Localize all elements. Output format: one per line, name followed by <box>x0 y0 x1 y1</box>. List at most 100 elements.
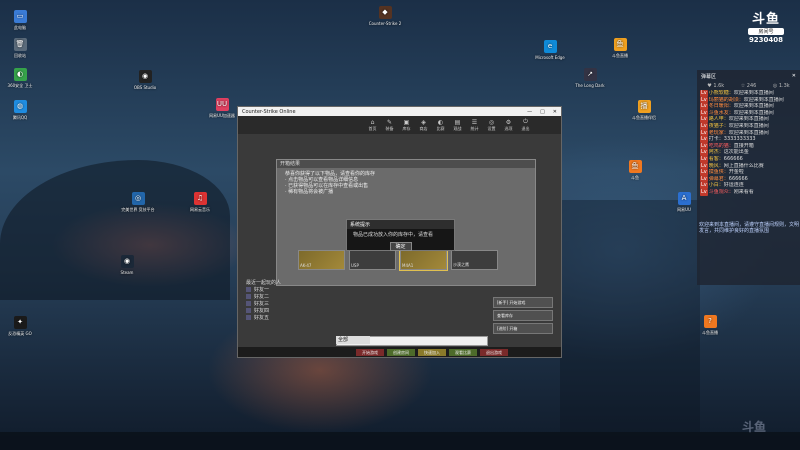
avatar <box>246 315 251 320</box>
dialog-ok-button[interactable]: 确定 <box>389 242 412 251</box>
desktop-shortcut[interactable]: ✦ 反恐精英 GO <box>0 316 40 336</box>
tab-icon: ⚙ <box>505 118 512 126</box>
chat-stat: ♥ 1.6k <box>707 83 725 89</box>
desktop-shortcut[interactable]: 播斗鱼直播伴侣 <box>624 100 664 120</box>
tab-icon: ◈ <box>421 118 426 126</box>
chat-message: Lv 摸鱼侠：开金啦 <box>697 169 800 176</box>
bottom-button-快速加入[interactable]: 快速加入 <box>418 348 446 356</box>
chat-username[interactable]: 阿杰： <box>709 149 724 155</box>
case-item[interactable]: 沙漠之鹰 <box>451 250 498 270</box>
chat-username[interactable]: 晚风： <box>709 163 724 169</box>
chat-text: 开金啦 <box>728 169 744 176</box>
chat-text: 欢迎来到本直播间 <box>733 109 774 116</box>
friend-item[interactable]: 好友四 <box>246 307 326 314</box>
chat-username[interactable]: 斗鱼水友： <box>709 110 734 116</box>
chat-message: Lv 路人甲：欢迎来到本直播间 <box>697 116 800 123</box>
chat-username[interactable]: 冬日暖阳： <box>709 103 734 109</box>
desktop-shortcut[interactable]: 鱼斗鱼 <box>615 160 655 180</box>
chat-title: 弹幕区 <box>701 73 717 80</box>
chat-username[interactable]: 小熊软糖： <box>709 90 734 96</box>
dialog-body: 物品已成功放入你的库存中，请查看 <box>353 232 434 238</box>
chat-username[interactable]: 打卡： <box>709 136 724 142</box>
desktop-shortcut[interactable]: ◉ OBS Studio <box>125 70 165 90</box>
friend-item[interactable]: 好友一 <box>246 286 326 293</box>
desktop-shortcut[interactable]: ◆ Counter-Strike 2 <box>365 6 405 26</box>
chat-username[interactable]: 玛丽猫的胡须： <box>709 97 744 103</box>
tab-选项[interactable]: ⚙ 选项 <box>500 119 517 132</box>
tab-icon: ◐ <box>437 118 444 126</box>
window-titlebar[interactable]: Counter-Strike Online — □ ✕ <box>238 107 561 116</box>
shortcut-label: Counter-Strike 2 <box>368 21 402 26</box>
case-item[interactable]: M4A1 <box>399 249 448 271</box>
chat-message: Lv 吃鸡的猫：直接开箱 <box>697 142 800 150</box>
chat-username[interactable]: 斗鱼观众： <box>709 189 734 195</box>
desktop-shortcut[interactable]: ▭ 此电脑 <box>0 10 40 30</box>
close-icon[interactable]: ✕ <box>792 73 796 79</box>
maximize-icon[interactable]: □ <box>540 109 545 115</box>
app-icon: ▭ <box>13 10 27 23</box>
chat-username[interactable]: 小白： <box>709 182 724 188</box>
side-action-button[interactable]: 查看库存 <box>493 310 553 321</box>
tab-商店[interactable]: ◈ 商店 <box>415 119 432 132</box>
room-number: 9230408 <box>748 36 784 44</box>
friend-item[interactable]: 好友五 <box>246 314 326 321</box>
chat-message: Lv 斗鱼观众：刚来看看 <box>697 188 800 196</box>
desktop-shortcut[interactable]: ? 斗鱼直播 <box>690 315 730 335</box>
desktop-shortcut[interactable]: e Microsoft Edge <box>530 40 570 60</box>
taskbar[interactable] <box>0 432 800 450</box>
case-item[interactable]: AK-47 <box>298 250 345 270</box>
tab-label: 退出 <box>521 126 530 131</box>
desktop-shortcut[interactable]: 🗑 回收站 <box>0 38 40 58</box>
side-action-button[interactable]: [新手] 开始游戏 <box>493 297 553 308</box>
friend-item[interactable]: 好友二 <box>246 293 326 300</box>
chat-username[interactable]: 路人甲： <box>709 116 729 122</box>
chat-username[interactable]: 摸鱼侠： <box>709 169 729 175</box>
system-dialog: 系统提示 物品已成功放入你的库存中，请查看 确定 <box>346 219 455 251</box>
user-level-badge: Lv <box>700 155 708 163</box>
app-icon: ◉ <box>138 70 152 83</box>
chat-username[interactable]: 老玩家： <box>709 130 729 136</box>
chat-username[interactable]: 看客： <box>709 156 724 162</box>
tab-装备[interactable]: ✎ 装备 <box>381 119 398 132</box>
chat-username[interactable]: 夜猫子： <box>709 123 729 129</box>
chat-text: 欢迎来到本直播间 <box>728 129 769 136</box>
tab-icon: ⌂ <box>370 118 375 126</box>
desktop-shortcut[interactable]: ↗ The Long Dark <box>570 68 610 88</box>
friend-item[interactable]: 好友三 <box>246 300 326 307</box>
tab-首页[interactable]: ⌂ 首页 <box>364 119 381 132</box>
tab-统计[interactable]: ☰ 统计 <box>466 119 483 132</box>
tab-退出[interactable]: ⏻ 退出 <box>517 118 534 132</box>
user-level-badge: Lv <box>700 182 708 189</box>
desktop-shortcut[interactable]: ◐ 360安全 卫士 <box>0 68 40 88</box>
tab-库存[interactable]: ▣ 库存 <box>398 119 415 132</box>
chat-message: Lv 弹幕君：666666 <box>697 175 800 183</box>
chat-text: 欢迎来到本直播间 <box>728 122 769 129</box>
desktop-shortcut[interactable]: ◎ 完美世界 竞技平台 <box>118 192 158 212</box>
friend-name: 好友四 <box>254 308 270 314</box>
desktop-shortcut[interactable]: UU 网易UU加速器 <box>202 98 242 118</box>
close-icon[interactable]: ✕ <box>553 109 557 115</box>
chat-channel-select[interactable]: 全部 <box>336 336 370 344</box>
panel-text: 恭喜你获得了以下物品，请查看你的库存 · 点击物品可以查看物品详细信息 · 已获得物… <box>277 168 535 198</box>
case-item[interactable]: USP <box>349 250 396 270</box>
desktop-shortcut[interactable]: 鱼斗鱼直播 <box>600 38 640 58</box>
tab-比赛[interactable]: ◐ 比赛 <box>432 119 449 132</box>
minimize-icon[interactable]: — <box>527 109 532 115</box>
app-icon: ↗ <box>583 68 597 81</box>
shortcut-label: The Long Dark <box>575 83 605 88</box>
bottom-button-退出游戏[interactable]: 退出游戏 <box>480 348 508 356</box>
shortcut-label: 网易云音乐 <box>190 207 210 212</box>
bottom-button-观看比赛[interactable]: 观看比赛 <box>449 348 477 356</box>
bottom-button-开始游戏[interactable]: 开始游戏 <box>356 348 384 356</box>
shortcut-label: 此电脑 <box>14 25 26 30</box>
desktop-shortcut[interactable]: ◉ Steam <box>107 255 147 275</box>
chat-username[interactable]: 弹幕君： <box>709 176 729 182</box>
chat-username[interactable]: 吃鸡的猫： <box>709 143 734 149</box>
desktop-shortcut[interactable]: ♫ 网易云音乐 <box>180 192 220 212</box>
tab-设置[interactable]: ◎ 设置 <box>483 119 500 132</box>
tab-观战[interactable]: ▤ 观战 <box>449 119 466 132</box>
bottom-button-创建房间[interactable]: 创建房间 <box>387 348 415 356</box>
tab-label: 库存 <box>402 125 411 131</box>
desktop-shortcut[interactable]: ◍ 腾讯QQ <box>0 100 40 120</box>
side-action-button[interactable]: [进阶] 开箱 <box>493 323 553 334</box>
